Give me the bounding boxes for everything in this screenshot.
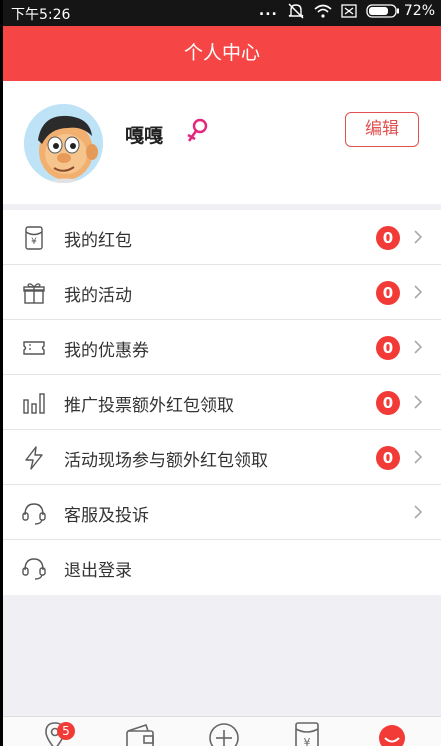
profile-card: 嘎嘎 编辑: [3, 81, 441, 204]
chevron-right-icon: [414, 340, 423, 354]
battery-icon: [366, 4, 399, 18]
count-badge: 0: [376, 391, 400, 415]
red-packet-icon: ¥: [25, 226, 43, 250]
bar-chart-icon: [23, 393, 45, 414]
menu-item-label: 客服及投诉: [64, 506, 149, 526]
sim-off-icon: [341, 4, 357, 18]
avatar-cartoon-icon: [24, 104, 103, 183]
page-header: 个人中心: [3, 26, 441, 81]
chevron-right-icon: [414, 230, 423, 244]
count-badge: 0: [376, 446, 400, 470]
coupon-icon: [23, 341, 45, 355]
tab-wallet[interactable]: [122, 721, 158, 746]
count-badge: 0: [376, 336, 400, 360]
status-time: 下午5:26: [11, 7, 71, 23]
svg-text:¥: ¥: [31, 237, 37, 247]
profile-icon: [379, 725, 405, 746]
female-icon: [187, 118, 208, 142]
menu-list: ¥ 我的红包 0 我的活动 0 我的优惠券 0 推广投票额外红包领取 0 活动现…: [3, 210, 441, 595]
menu-item-label: 我的红包: [64, 231, 132, 251]
chevron-right-icon: [414, 505, 423, 519]
menu-item-red-packet[interactable]: ¥ 我的红包 0: [3, 210, 441, 265]
status-icons: ... 72%: [259, 3, 435, 19]
mute-icon: [288, 3, 304, 19]
tab-profile[interactable]: [374, 721, 410, 746]
battery-level: 72%: [403, 3, 435, 19]
more-dots-icon: ...: [258, 3, 278, 19]
wallet-icon: [126, 723, 154, 746]
menu-item-label: 活动现场参与额外红包领取: [64, 451, 268, 471]
chevron-right-icon: [414, 395, 423, 409]
username: 嘎嘎: [125, 125, 164, 147]
chevron-right-icon: [414, 285, 423, 299]
tab-red-packet[interactable]: ¥: [289, 721, 325, 746]
menu-item-coupons[interactable]: 我的优惠券 0: [3, 320, 441, 375]
location-badge: 5: [57, 722, 75, 740]
avatar[interactable]: [24, 104, 103, 183]
menu-item-customer-service[interactable]: 客服及投诉: [3, 485, 441, 540]
lightning-icon: [25, 446, 43, 470]
tab-add[interactable]: [206, 721, 242, 746]
headset-icon: [22, 503, 46, 525]
menu-item-label: 我的活动: [64, 286, 132, 306]
screen: 下午5:26 ... 72% 个人中心 嘎嘎 编辑 ¥ 我的红包 0 我的活动 …: [3, 0, 441, 746]
chevron-right-icon: [414, 450, 423, 464]
menu-item-activities[interactable]: 我的活动 0: [3, 265, 441, 320]
red-packet-icon: ¥: [295, 722, 319, 746]
battery: 72%: [366, 3, 435, 19]
edit-button[interactable]: 编辑: [345, 112, 419, 147]
wifi-icon: [314, 4, 332, 18]
count-badge: 0: [376, 226, 400, 250]
count-badge: 0: [376, 281, 400, 305]
menu-item-onsite-event[interactable]: 活动现场参与额外红包领取 0: [3, 430, 441, 485]
page-title: 个人中心: [183, 42, 260, 64]
gift-icon: [23, 283, 45, 304]
menu-item-label: 我的优惠券: [64, 341, 149, 361]
add-icon: [209, 723, 239, 746]
menu-item-label: 退出登录: [64, 561, 132, 581]
svg-text:¥: ¥: [304, 736, 311, 746]
headset-icon: [22, 558, 46, 580]
menu-item-promotion-vote[interactable]: 推广投票额外红包领取 0: [3, 375, 441, 430]
menu-item-label: 推广投票额外红包领取: [64, 396, 234, 416]
bottom-nav: 5 ¥: [3, 716, 441, 746]
menu-item-logout[interactable]: 退出登录: [3, 540, 441, 595]
status-bar: 下午5:26 ... 72%: [3, 0, 441, 26]
